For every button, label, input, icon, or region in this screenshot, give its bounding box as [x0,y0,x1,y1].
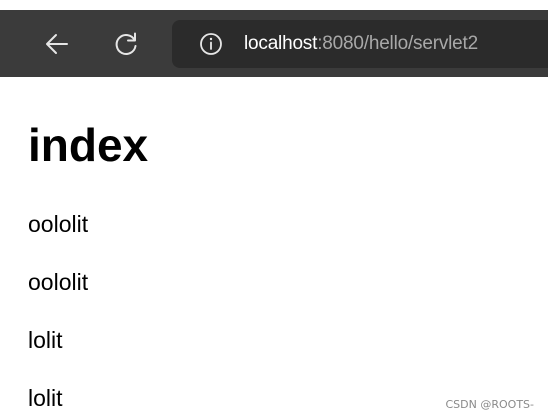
page-line: oololit [28,269,89,295]
watermark: CSDN @ROOTS- [445,398,535,411]
toolbar-bar: localhost:8080/hello/servlet2 [0,10,548,77]
back-arrow-icon [46,34,68,54]
page-line: lolit [28,385,63,411]
browser-toolbar: localhost:8080/hello/servlet2 [0,0,548,86]
url-host: localhost [244,33,318,54]
page-line: lolit [28,327,63,353]
page-content: index oololit oololit lolit lolit [0,86,548,417]
reload-icon [115,32,137,55]
back-button[interactable] [41,28,73,60]
page-heading: index [28,119,149,171]
url-path: :8080/hello/servlet2 [317,33,478,54]
info-icon[interactable] [199,32,223,56]
address-bar[interactable]: localhost:8080/hello/servlet2 [172,20,548,68]
page-line: oololit [28,211,89,237]
url-text[interactable]: localhost:8080/hello/servlet2 [244,33,478,55]
reload-button[interactable] [110,28,142,60]
